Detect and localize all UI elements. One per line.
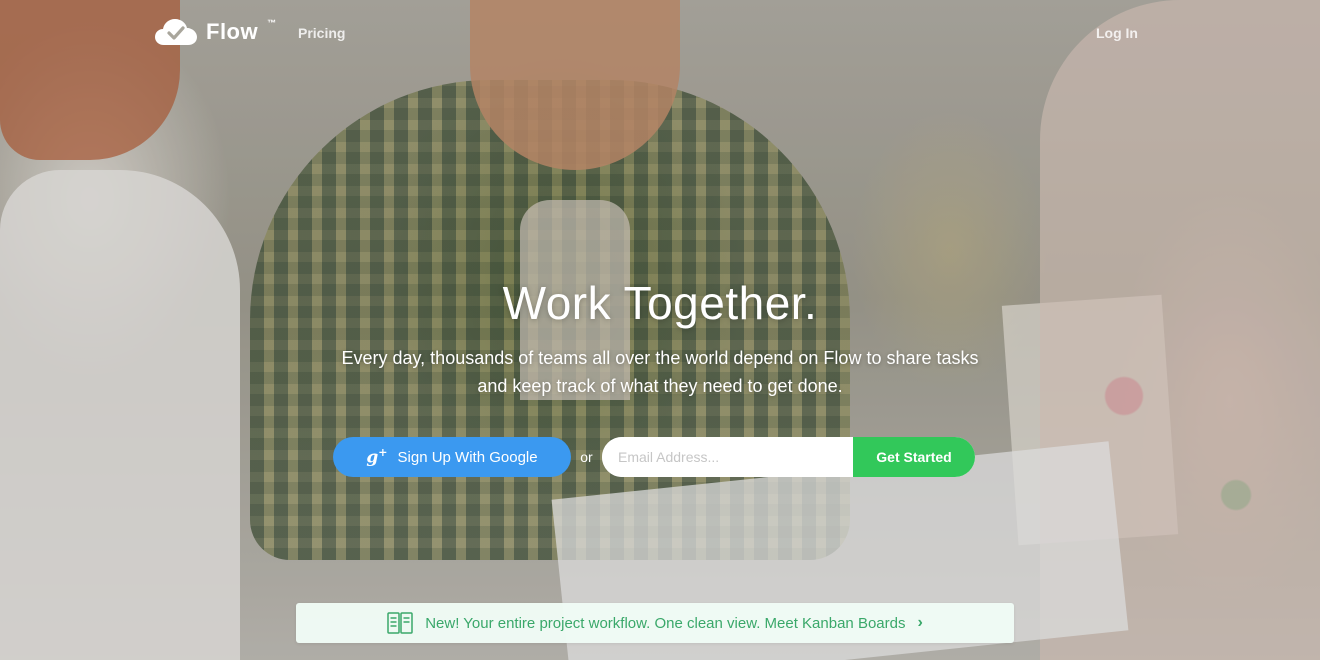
hero-section: Flow ™ Pricing Log In Work Together. Ever… [0, 0, 1320, 660]
logo-trademark: ™ [267, 18, 277, 28]
hero-content: Work Together. Every day, thousands of t… [0, 276, 1320, 400]
or-separator: or [580, 449, 593, 465]
get-started-button[interactable]: Get Started [853, 437, 975, 477]
google-signup-button[interactable]: g+ Sign Up With Google [333, 437, 571, 477]
top-nav: Flow ™ Pricing Log In [0, 0, 1320, 66]
hero-headline: Work Together. [502, 277, 818, 329]
logo-text: Flow [206, 19, 259, 44]
chevron-right-icon: › [917, 614, 923, 631]
kanban-announcement-banner[interactable]: New! Your entire project workflow. One c… [296, 603, 1014, 643]
nav-pricing-link[interactable]: Pricing [298, 25, 345, 41]
signup-form: g+ Sign Up With Google or Get Started [333, 437, 975, 477]
cloud-check-icon [155, 19, 197, 45]
google-plus-icon: g+ [366, 446, 388, 468]
email-signup-group: Get Started [602, 437, 975, 477]
kanban-board-icon [387, 612, 413, 634]
email-input[interactable] [602, 437, 853, 477]
nav-login-link[interactable]: Log In [1096, 25, 1138, 41]
banner-text: New! Your entire project workflow. One c… [425, 614, 906, 632]
background-photo-person-left [0, 170, 240, 660]
hero-subtext: Every day, thousands of teams all over t… [341, 348, 979, 396]
logo-link[interactable]: Flow ™ [154, 17, 276, 47]
google-signup-label: Sign Up With Google [397, 448, 538, 466]
